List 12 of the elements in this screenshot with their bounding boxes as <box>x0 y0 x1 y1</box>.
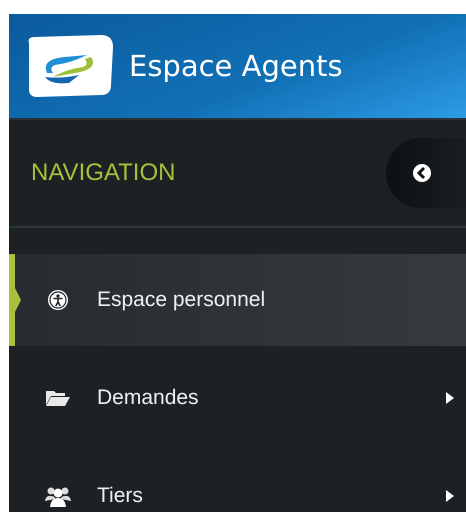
navigation-heading: NAVIGATION <box>30 159 176 187</box>
menu-item[interactable]: Tiers <box>9 450 466 512</box>
chevron-left-icon <box>412 163 432 183</box>
menu-item[interactable]: Demandes <box>9 352 466 444</box>
menu-label: Tiers <box>97 484 144 508</box>
users-icon <box>45 485 71 507</box>
accessibility-icon <box>45 289 71 311</box>
app-title: Espace Agents <box>129 49 343 83</box>
collapse-button[interactable] <box>386 138 466 208</box>
menu-label: Demandes <box>97 386 200 410</box>
menu-label: Espace personnel <box>97 288 266 312</box>
menu-item[interactable]: Espace personnel <box>9 254 466 346</box>
